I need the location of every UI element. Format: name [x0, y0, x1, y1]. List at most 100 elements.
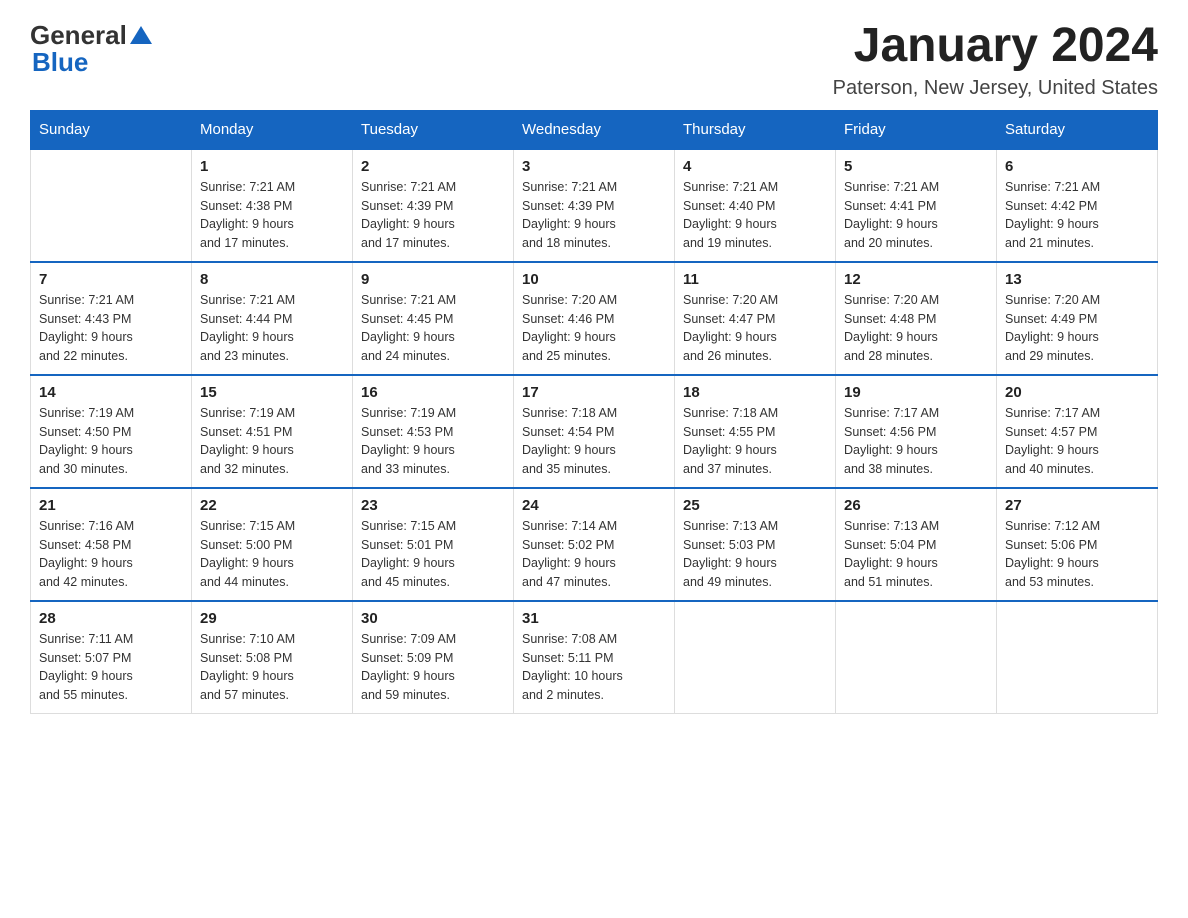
day-number: 12 — [844, 271, 988, 288]
weekday-header-friday: Friday — [836, 110, 997, 149]
day-number: 20 — [1005, 384, 1149, 401]
day-number: 17 — [522, 384, 666, 401]
day-number: 8 — [200, 271, 344, 288]
day-number: 9 — [361, 271, 505, 288]
calendar-week-5: 28Sunrise: 7:11 AM Sunset: 5:07 PM Dayli… — [31, 601, 1158, 714]
calendar-cell: 28Sunrise: 7:11 AM Sunset: 5:07 PM Dayli… — [31, 601, 192, 714]
day-info: Sunrise: 7:21 AM Sunset: 4:41 PM Dayligh… — [844, 178, 988, 253]
weekday-header-wednesday: Wednesday — [514, 110, 675, 149]
day-number: 2 — [361, 158, 505, 175]
calendar-cell: 2 Sunrise: 7:21 AM Sunset: 4:39 PM Daylig… — [353, 149, 514, 262]
day-number: 30 — [361, 610, 505, 627]
day-info: Sunrise: 7:17 AM Sunset: 4:57 PM Dayligh… — [1005, 404, 1149, 479]
day-number: 19 — [844, 384, 988, 401]
day-info: Sunrise: 7:21 AM Sunset: 4:45 PM Dayligh… — [361, 291, 505, 366]
page-header: General Blue January 2024 Paterson, New … — [30, 20, 1158, 100]
day-info: Sunrise: 7:18 AM Sunset: 4:55 PM Dayligh… — [683, 404, 827, 479]
day-number: 6 — [1005, 158, 1149, 175]
location-title: Paterson, New Jersey, United States — [833, 77, 1158, 100]
day-info: Sunrise: 7:14 AM Sunset: 5:02 PM Dayligh… — [522, 517, 666, 592]
day-info: Sunrise: 7:18 AM Sunset: 4:54 PM Dayligh… — [522, 404, 666, 479]
day-info: Sunrise: 7:21 AM Sunset: 4:43 PM Dayligh… — [39, 291, 183, 366]
day-info: Sunrise: 7:21 AM Sunset: 4:38 PM Dayligh… — [200, 178, 344, 253]
calendar-cell: 21 Sunrise: 7:16 AM Sunset: 4:58 PM Dayli… — [31, 488, 192, 601]
calendar-cell: 4Sunrise: 7:21 AM Sunset: 4:40 PM Daylig… — [675, 149, 836, 262]
day-number: 18 — [683, 384, 827, 401]
logo-triangle-icon — [130, 26, 152, 49]
day-number: 3 — [522, 158, 666, 175]
calendar-week-1: 1 Sunrise: 7:21 AM Sunset: 4:38 PM Daylig… — [31, 149, 1158, 262]
calendar-cell: 7 Sunrise: 7:21 AM Sunset: 4:43 PM Daylig… — [31, 262, 192, 375]
calendar-cell: 10 Sunrise: 7:20 AM Sunset: 4:46 PM Dayli… — [514, 262, 675, 375]
calendar-cell: 23 Sunrise: 7:15 AM Sunset: 5:01 PM Dayli… — [353, 488, 514, 601]
calendar-cell: 29Sunrise: 7:10 AM Sunset: 5:08 PM Dayli… — [192, 601, 353, 714]
day-number: 31 — [522, 610, 666, 627]
day-number: 10 — [522, 271, 666, 288]
calendar-cell: 16 Sunrise: 7:19 AM Sunset: 4:53 PM Dayli… — [353, 375, 514, 488]
day-number: 24 — [522, 497, 666, 514]
calendar-cell: 5 Sunrise: 7:21 AM Sunset: 4:41 PM Daylig… — [836, 149, 997, 262]
calendar-cell: 31 Sunrise: 7:08 AM Sunset: 5:11 PM Dayli… — [514, 601, 675, 714]
day-info: Sunrise: 7:21 AM Sunset: 4:39 PM Dayligh… — [361, 178, 505, 253]
day-info: Sunrise: 7:08 AM Sunset: 5:11 PM Dayligh… — [522, 630, 666, 705]
calendar-cell: 27Sunrise: 7:12 AM Sunset: 5:06 PM Dayli… — [997, 488, 1158, 601]
day-info: Sunrise: 7:11 AM Sunset: 5:07 PM Dayligh… — [39, 630, 183, 705]
calendar-cell: 19 Sunrise: 7:17 AM Sunset: 4:56 PM Dayli… — [836, 375, 997, 488]
calendar-cell: 14 Sunrise: 7:19 AM Sunset: 4:50 PM Dayli… — [31, 375, 192, 488]
day-number: 23 — [361, 497, 505, 514]
day-number: 26 — [844, 497, 988, 514]
day-info: Sunrise: 7:10 AM Sunset: 5:08 PM Dayligh… — [200, 630, 344, 705]
day-number: 15 — [200, 384, 344, 401]
day-number: 1 — [200, 158, 344, 175]
calendar-cell: 12 Sunrise: 7:20 AM Sunset: 4:48 PM Dayli… — [836, 262, 997, 375]
day-info: Sunrise: 7:20 AM Sunset: 4:48 PM Dayligh… — [844, 291, 988, 366]
calendar-cell: 30 Sunrise: 7:09 AM Sunset: 5:09 PM Dayli… — [353, 601, 514, 714]
day-number: 14 — [39, 384, 183, 401]
calendar-cell: 13Sunrise: 7:20 AM Sunset: 4:49 PM Dayli… — [997, 262, 1158, 375]
day-number: 16 — [361, 384, 505, 401]
calendar-cell: 1 Sunrise: 7:21 AM Sunset: 4:38 PM Daylig… — [192, 149, 353, 262]
logo: General Blue — [30, 20, 152, 78]
calendar-header: SundayMondayTuesdayWednesdayThursdayFrid… — [31, 110, 1158, 149]
calendar-cell: 26Sunrise: 7:13 AM Sunset: 5:04 PM Dayli… — [836, 488, 997, 601]
calendar-cell: 24 Sunrise: 7:14 AM Sunset: 5:02 PM Dayli… — [514, 488, 675, 601]
calendar-cell: 11 Sunrise: 7:20 AM Sunset: 4:47 PM Dayli… — [675, 262, 836, 375]
day-info: Sunrise: 7:20 AM Sunset: 4:46 PM Dayligh… — [522, 291, 666, 366]
logo-blue-text: Blue — [32, 47, 88, 78]
calendar-body: 1 Sunrise: 7:21 AM Sunset: 4:38 PM Daylig… — [31, 149, 1158, 714]
calendar-cell: 20 Sunrise: 7:17 AM Sunset: 4:57 PM Dayli… — [997, 375, 1158, 488]
day-number: 22 — [200, 497, 344, 514]
day-info: Sunrise: 7:17 AM Sunset: 4:56 PM Dayligh… — [844, 404, 988, 479]
calendar-cell — [675, 601, 836, 714]
calendar-cell: 8 Sunrise: 7:21 AM Sunset: 4:44 PM Daylig… — [192, 262, 353, 375]
weekday-header-thursday: Thursday — [675, 110, 836, 149]
weekday-header-tuesday: Tuesday — [353, 110, 514, 149]
calendar-cell: 9 Sunrise: 7:21 AM Sunset: 4:45 PM Daylig… — [353, 262, 514, 375]
day-info: Sunrise: 7:09 AM Sunset: 5:09 PM Dayligh… — [361, 630, 505, 705]
day-number: 21 — [39, 497, 183, 514]
day-info: Sunrise: 7:19 AM Sunset: 4:51 PM Dayligh… — [200, 404, 344, 479]
day-info: Sunrise: 7:20 AM Sunset: 4:47 PM Dayligh… — [683, 291, 827, 366]
weekday-header-monday: Monday — [192, 110, 353, 149]
day-number: 11 — [683, 271, 827, 288]
day-info: Sunrise: 7:21 AM Sunset: 4:44 PM Dayligh… — [200, 291, 344, 366]
day-number: 5 — [844, 158, 988, 175]
calendar-cell: 22Sunrise: 7:15 AM Sunset: 5:00 PM Dayli… — [192, 488, 353, 601]
month-title: January 2024 — [833, 20, 1158, 73]
day-info: Sunrise: 7:13 AM Sunset: 5:03 PM Dayligh… — [683, 517, 827, 592]
day-info: Sunrise: 7:19 AM Sunset: 4:53 PM Dayligh… — [361, 404, 505, 479]
day-number: 7 — [39, 271, 183, 288]
calendar-week-3: 14 Sunrise: 7:19 AM Sunset: 4:50 PM Dayli… — [31, 375, 1158, 488]
calendar-cell — [836, 601, 997, 714]
day-info: Sunrise: 7:20 AM Sunset: 4:49 PM Dayligh… — [1005, 291, 1149, 366]
title-area: January 2024 Paterson, New Jersey, Unite… — [833, 20, 1158, 100]
day-info: Sunrise: 7:16 AM Sunset: 4:58 PM Dayligh… — [39, 517, 183, 592]
calendar-cell: 17 Sunrise: 7:18 AM Sunset: 4:54 PM Dayli… — [514, 375, 675, 488]
day-number: 25 — [683, 497, 827, 514]
day-number: 27 — [1005, 497, 1149, 514]
calendar-cell: 6Sunrise: 7:21 AM Sunset: 4:42 PM Daylig… — [997, 149, 1158, 262]
calendar-cell: 15 Sunrise: 7:19 AM Sunset: 4:51 PM Dayli… — [192, 375, 353, 488]
day-info: Sunrise: 7:15 AM Sunset: 5:01 PM Dayligh… — [361, 517, 505, 592]
calendar-week-2: 7 Sunrise: 7:21 AM Sunset: 4:43 PM Daylig… — [31, 262, 1158, 375]
day-info: Sunrise: 7:19 AM Sunset: 4:50 PM Dayligh… — [39, 404, 183, 479]
